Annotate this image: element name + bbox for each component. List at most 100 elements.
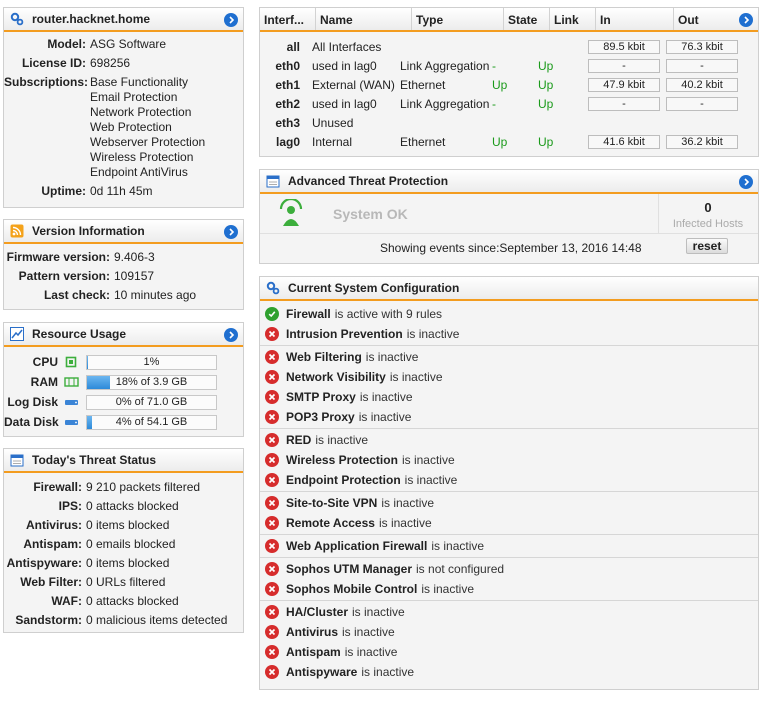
- threat-row: IPS: 0 attacks blocked: [58, 499, 179, 513]
- interface-row[interactable]: eth2 used in lag0 Link Aggregation - Up - -: [260, 94, 758, 113]
- config-item-status: is inactive: [359, 390, 413, 404]
- config-item-name[interactable]: Wireless Protection: [286, 453, 398, 467]
- config-item-status: is inactive: [361, 665, 415, 679]
- config-item-name[interactable]: Antivirus: [286, 625, 338, 639]
- col-type[interactable]: Type: [412, 8, 504, 30]
- config-item[interactable]: POP3 Proxy is inactive: [260, 407, 758, 427]
- interface-row[interactable]: eth0 used in lag0 Link Aggregation - Up - -: [260, 56, 758, 75]
- interface-state: -: [492, 96, 496, 111]
- config-item-status: is inactive: [381, 496, 435, 510]
- interface-name: Unused: [312, 115, 354, 130]
- config-item[interactable]: Remote Access is inactive: [260, 513, 758, 533]
- config-item[interactable]: HA/Cluster is inactive: [260, 602, 758, 622]
- config-item[interactable]: Antispam is inactive: [260, 642, 758, 662]
- config-item[interactable]: Network Visibility is inactive: [260, 367, 758, 387]
- pattern-row: Pattern version: 109157: [18, 269, 155, 283]
- info-icon[interactable]: [224, 328, 238, 342]
- interface-state: Up: [492, 134, 508, 149]
- config-item[interactable]: Web Filtering is inactive: [260, 347, 758, 367]
- interface-row[interactable]: eth3 Unused: [260, 113, 758, 132]
- ram-row: RAM 18% of 3.9 GB: [4, 372, 243, 392]
- config-item-name[interactable]: Sophos Mobile Control: [286, 582, 417, 596]
- config-item-status: is inactive: [389, 370, 443, 384]
- bandwidth-out: -: [666, 58, 738, 73]
- interface-link: Up: [538, 77, 554, 92]
- config-item[interactable]: Antispyware is inactive: [260, 662, 758, 682]
- config-item-name[interactable]: HA/Cluster: [286, 605, 348, 619]
- interface-name: Internal: [312, 134, 353, 149]
- config-item-name[interactable]: Network Visibility: [286, 370, 386, 384]
- reset-button[interactable]: reset: [686, 238, 728, 254]
- calendar-icon: [266, 174, 280, 188]
- config-item-name[interactable]: Endpoint Protection: [286, 473, 401, 487]
- interface-name: External (WAN): [312, 77, 395, 92]
- interface-link: Up: [538, 58, 554, 73]
- threat-row: Antivirus: 0 items blocked: [25, 518, 170, 532]
- config-item-name[interactable]: Intrusion Prevention: [286, 327, 403, 341]
- col-state[interactable]: State: [504, 8, 550, 30]
- interface-row[interactable]: eth1 External (WAN) Ethernet Up Up 47.9 kbit 4…: [260, 75, 758, 94]
- config-item-status: is inactive: [406, 327, 460, 341]
- col-name[interactable]: Name: [316, 8, 412, 30]
- version-panel-title: Version Information: [32, 224, 145, 238]
- config-item[interactable]: RED is inactive: [260, 430, 758, 450]
- config-group: Sophos UTM Manager is not configured Sopho…: [260, 558, 758, 601]
- config-item-status: is inactive: [342, 625, 395, 639]
- config-item-name[interactable]: Sophos UTM Manager: [286, 562, 412, 576]
- cpu-bar: 1%: [86, 354, 217, 370]
- config-item[interactable]: Firewall is active with 9 rules: [260, 304, 758, 324]
- config-item-name[interactable]: Web Application Firewall: [286, 539, 427, 553]
- interface-link: Up: [538, 96, 554, 111]
- version-panel: Version Information Firmware version: 9.4…: [3, 219, 244, 310]
- config-item-status: is inactive: [358, 410, 412, 424]
- config-item-status: is inactive: [404, 473, 458, 487]
- interface-name: used in lag0: [312, 96, 377, 111]
- ram-icon: [64, 375, 80, 389]
- infected-count: 0: [704, 200, 712, 215]
- info-icon[interactable]: [224, 13, 238, 27]
- uptime-row: Uptime: 0d 11h 45m: [41, 184, 153, 198]
- interface-row[interactable]: all All Interfaces 89.5 kbit 76.3 kbit: [260, 37, 758, 56]
- config-item[interactable]: Endpoint Protection is inactive: [260, 470, 758, 490]
- config-item-name[interactable]: POP3 Proxy: [286, 410, 355, 424]
- config-item-name[interactable]: Web Filtering: [286, 350, 362, 364]
- config-item-name[interactable]: Firewall: [286, 307, 331, 321]
- atp-panel-header: Advanced Threat Protection: [260, 170, 758, 194]
- config-item-name[interactable]: Site-to-Site VPN: [286, 496, 377, 510]
- config-item[interactable]: Web Application Firewall is inactive: [260, 536, 758, 556]
- config-item-name[interactable]: Antispam: [286, 645, 341, 659]
- config-item-name[interactable]: Remote Access: [286, 516, 375, 530]
- col-link[interactable]: Link: [550, 8, 596, 30]
- error-icon: [265, 496, 279, 510]
- config-item[interactable]: Intrusion Prevention is inactive: [260, 324, 758, 344]
- interface-state: -: [492, 58, 496, 73]
- resource-panel-header: Resource Usage: [4, 323, 243, 347]
- config-item-status: is active with 9 rules: [334, 307, 443, 321]
- interface-type: Ethernet: [400, 134, 446, 149]
- col-interface[interactable]: Interf...: [260, 8, 316, 30]
- disk-icon: [64, 395, 80, 409]
- interface-id: lag0: [275, 134, 300, 149]
- info-icon[interactable]: [224, 225, 238, 239]
- interface-id: eth2: [275, 96, 300, 111]
- interface-row[interactable]: lag0 Internal Ethernet Up Up 41.6 kbit 36.2 kb…: [260, 132, 758, 151]
- config-item[interactable]: Antivirus is inactive: [260, 622, 758, 642]
- config-item[interactable]: Site-to-Site VPN is inactive: [260, 493, 758, 513]
- config-item[interactable]: Sophos UTM Manager is not configured: [260, 559, 758, 579]
- error-icon: [265, 327, 279, 341]
- threat-panel: Today's Threat Status Firewall: 9 210 pac…: [3, 448, 244, 633]
- config-item[interactable]: Sophos Mobile Control is inactive: [260, 579, 758, 599]
- info-icon[interactable]: [739, 13, 753, 27]
- license-row: License ID: 698256: [21, 56, 131, 70]
- config-item-name[interactable]: RED: [286, 433, 311, 447]
- config-item-name[interactable]: Antispyware: [286, 665, 357, 679]
- config-item[interactable]: SMTP Proxy is inactive: [260, 387, 758, 407]
- config-item[interactable]: Wireless Protection is inactive: [260, 450, 758, 470]
- info-icon[interactable]: [739, 175, 753, 189]
- config-group: Site-to-Site VPN is inactive Remote Access…: [260, 492, 758, 535]
- config-item-status: is inactive: [431, 539, 485, 553]
- config-item-name[interactable]: SMTP Proxy: [286, 390, 356, 404]
- gears-icon: [10, 12, 24, 26]
- model-row: Model: ASG Software: [47, 37, 167, 51]
- col-in[interactable]: In: [596, 8, 674, 30]
